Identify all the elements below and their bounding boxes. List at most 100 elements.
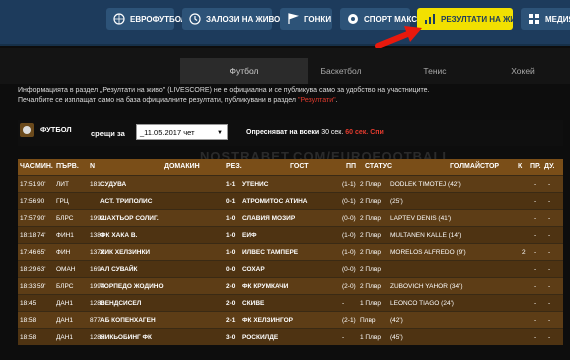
cell-scorer: ZUBOVICH YAHOR (34') (390, 283, 463, 290)
col-scorer: ГОЛМАЙСТОР (450, 163, 500, 170)
nav-live-bets[interactable]: ЗАЛОЗИ НА ЖИВО (182, 8, 280, 30)
cell-scorer: (42') (390, 317, 403, 324)
cell-pr: - (534, 317, 537, 324)
tab-basketball[interactable]: Баскетбол (308, 58, 374, 84)
table-row[interactable]: 18:58 ДАН1 877 АБ КОПЕНХАГЕН 2-1 ФК ХЕЛЗИНГОР… (18, 311, 563, 328)
col-time: ЧАС (20, 163, 35, 170)
cell-league: БЛРС (56, 283, 74, 290)
cell-time: 18:33 (20, 283, 37, 290)
table-row[interactable]: 18:29 63' ОМАН 169 АЛ СУВАЙК 0-0 СОХАР (0-0) 2 П… (18, 260, 563, 277)
cell-scorer: MULTANEN KALLE (14') (390, 232, 462, 239)
table-row[interactable]: 18:18 74' ФИН1 1383 ФК ХАКА В. 1-0 ЕИФ (1-0) 2 П… (18, 226, 563, 243)
cell-pr: - (534, 181, 537, 188)
cell-time: 17:56 (20, 198, 37, 205)
tab-football[interactable]: Футбол (180, 58, 308, 84)
table-row[interactable]: 17:57 90' БЛРС 1992 ШАХТЬОР СОЛИГ. 1-0 СЛАВИЯ … (18, 209, 563, 226)
cell-league: ДАН1 (56, 300, 74, 307)
cell-score: 1-1 (226, 181, 236, 188)
results-link[interactable]: "Резултати" (298, 97, 336, 104)
cell-away: ФК КРУМКАЧИ (242, 283, 289, 290)
table-body: 17:51 90' ЛИТ 181 СУДУВА 1-1 УТЕНИС (1-1) 2 Плвр… (18, 175, 563, 345)
cell-score: 1-0 (226, 249, 236, 256)
col-ht: ПП (346, 163, 357, 170)
cell-score: 0-1 (226, 198, 236, 205)
tab-hockey[interactable]: Хокей (486, 58, 560, 84)
cell-home: ВЕНДСИСЕЛ (100, 300, 142, 307)
refresh-info: Опресняват на всеки 30 сек. 60 сек. Спи (246, 129, 384, 136)
cell-time: 18:58 (20, 334, 37, 341)
cell-du: - (548, 215, 551, 222)
cell-score: 0-0 (226, 266, 236, 273)
table-row[interactable]: 17:46 65' ФИН 1372 ХИК ХЕЛЗИНКИ 1-0 ИЛВЕС ТАМП… (18, 243, 563, 260)
cell-du: - (548, 283, 551, 290)
bar-chart-icon (424, 13, 436, 25)
ball-icon (347, 13, 359, 25)
cell-du: - (548, 181, 551, 188)
date-value: _11.05.2017 чет (140, 128, 195, 137)
cell-away: СЛАВИЯ МОЗИР (242, 215, 296, 222)
nav-media[interactable]: МЕДИЯ (521, 8, 570, 30)
cell-home: АБ КОПЕНХАГЕН (100, 317, 156, 324)
refresh-60[interactable]: 60 сек. (345, 129, 368, 136)
table-row[interactable]: 17:56 90 ГРЦ АСТ. ТРИПОЛИС 0-1 АТРОМИТОС АТИН… (18, 192, 563, 209)
nav-racing[interactable]: ГОНКИ (280, 8, 332, 30)
cell-status: 2 Плвр (360, 249, 381, 256)
refresh-stop[interactable]: Спи (370, 129, 384, 136)
cell-league: ДАН1 (56, 334, 74, 341)
col-num: N (90, 163, 96, 170)
nav-label: ЗАЛОЗИ НА ЖИВО (206, 14, 281, 24)
cell-league: ДАН1 (56, 317, 74, 324)
nav-label: ЕВРОФУТБОЛ (130, 14, 187, 24)
cell-ht: (0-0) (342, 215, 356, 222)
cell-league: ГРЦ (56, 198, 69, 205)
cell-k: 2 (522, 249, 526, 256)
cell-pr: - (534, 215, 537, 222)
date-select[interactable]: _11.05.2017 чет ▼ (136, 124, 228, 140)
table-row[interactable]: 18:45 ДАН1 1280 ВЕНДСИСЕЛ 2-0 СКИВЕ -1 Плвр LEO… (18, 294, 563, 311)
cell-scorer: LEONCO TIAGO (24') (390, 300, 454, 307)
tab-tennis[interactable]: Тенис (400, 58, 470, 84)
cell-du: - (548, 232, 551, 239)
cell-score: 2-0 (226, 283, 236, 290)
col-away: ГОСТ (290, 163, 309, 170)
cell-time: 17:57 (20, 215, 37, 222)
cell-ht: (2-0) (342, 283, 356, 290)
table-row[interactable]: 18:58 ДАН1 1282 НИКЬОБИНГ ФК 3-0 РОСКИЛДЕ -1 П… (18, 328, 563, 345)
cell-league: ФИН (56, 249, 71, 256)
table-row[interactable]: 18:33 59' БЛРС 1994 ТОРПЕДО ЖОДИНО 2-0 ФК КРУМ… (18, 277, 563, 294)
table-row[interactable]: 17:51 90' ЛИТ 181 СУДУВА 1-1 УТЕНИС (1-1) 2 Плвр… (18, 175, 563, 192)
cell-ht: - (342, 300, 345, 307)
cell-ht: (0-1) (342, 198, 356, 205)
cell-time: 17:51 (20, 181, 37, 188)
cell-pr: - (534, 198, 537, 205)
cell-score: 2-0 (226, 300, 236, 307)
col-status: СТАТУС (365, 163, 393, 170)
cell-status: 2 Плвр (360, 181, 381, 188)
cell-status: 2 Плвр (360, 283, 381, 290)
cell-league: ЛИТ (56, 181, 69, 188)
grid-icon (528, 13, 540, 25)
cell-ht: (1-0) (342, 232, 356, 239)
cell-home: ФК ХАКА В. (100, 232, 138, 239)
football-section-header: ФУТБОЛ срещи за _11.05.2017 чет ▼ Опресн… (18, 120, 563, 146)
red-arrow-icon (375, 26, 422, 49)
nav-eurofootball[interactable]: ЕВРОФУТБОЛ (106, 8, 186, 30)
cell-away: ИЛВЕС ТАМПЕРЕ (242, 249, 299, 256)
cell-du: - (548, 266, 551, 273)
info-notice: Информацията в раздел „Резултати на живо… (18, 86, 563, 106)
refresh-30[interactable]: 30 сек. (321, 129, 343, 136)
nav-live-results[interactable]: РЕЗУЛТАТИ НА ЖИВО (417, 8, 528, 30)
cell-score: 1-0 (226, 232, 236, 239)
cell-score: 1-0 (226, 215, 236, 222)
cell-scorer: (45') (390, 334, 403, 341)
cell-league: ОМАН (56, 266, 76, 273)
cell-status: 2 Плвр (360, 198, 381, 205)
cell-time: 18:45 (20, 300, 37, 307)
cell-scorer: LAPTEV DENIS (41') (390, 215, 452, 222)
cell-league: БЛРС (56, 215, 74, 222)
cell-score: 3-0 (226, 334, 236, 341)
cell-min: 65' (37, 249, 46, 256)
cell-min: 63' (37, 266, 46, 273)
cell-ht: (0-0) (342, 266, 356, 273)
cell-away: СКИВЕ (242, 300, 265, 307)
